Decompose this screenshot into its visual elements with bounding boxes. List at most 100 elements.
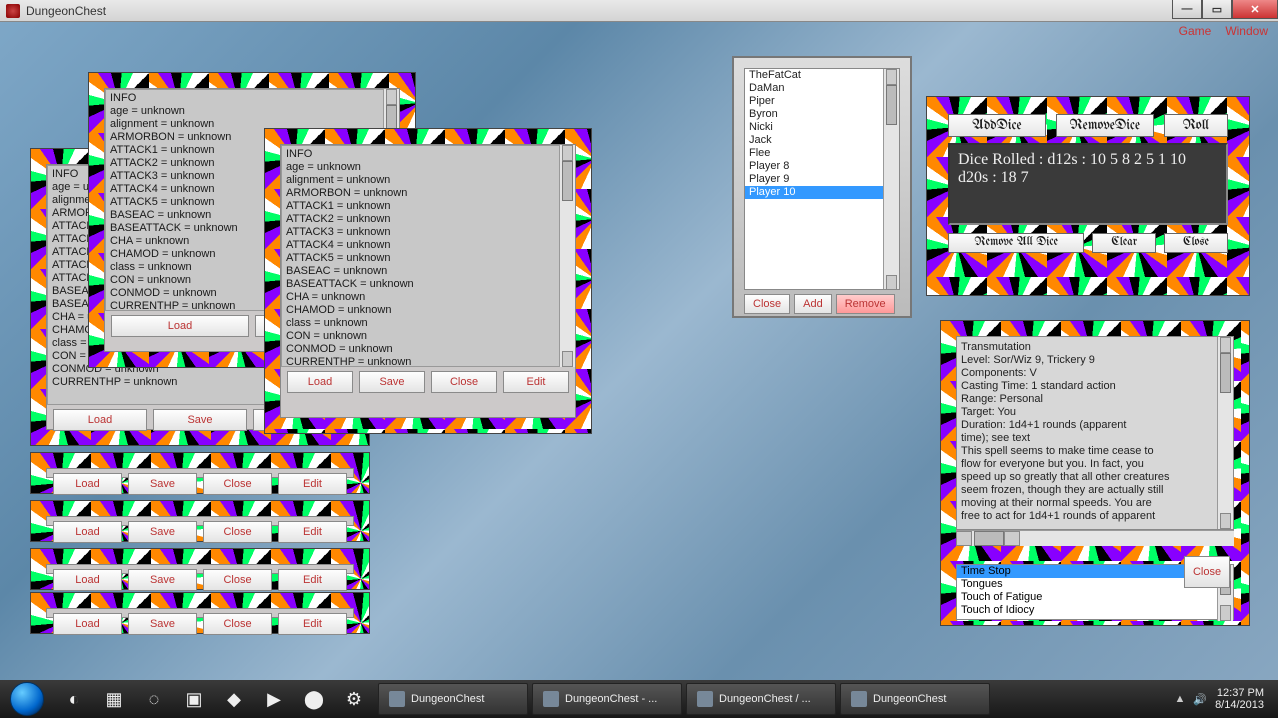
clock[interactable]: 12:37 PM 8/14/2013 [1215, 687, 1270, 711]
tray-overflow-icon[interactable]: ▲ [1174, 693, 1185, 705]
close-window-button[interactable]: ✕ [1232, 0, 1278, 19]
edit-button[interactable]: Edit [278, 613, 347, 635]
pin-icon-1[interactable]: ◐ [54, 683, 94, 715]
spell-panel: Transmutation Level: Sor/Wiz 9, Trickery… [940, 320, 1250, 626]
close-button[interactable]: Close [203, 569, 272, 591]
spell-text: Transmutation Level: Sor/Wiz 9, Trickery… [961, 341, 1229, 523]
save-button[interactable]: Save [128, 473, 197, 495]
scrollbar-h[interactable] [956, 530, 1234, 546]
edit-button[interactable]: Edit [503, 371, 569, 393]
remove-button[interactable]: Remove [836, 294, 895, 314]
char-row-3: Load Save Close Edit [30, 548, 370, 590]
save-button[interactable]: Save [128, 569, 197, 591]
task-item[interactable]: DungeonChest - ... [532, 683, 682, 715]
add-button[interactable]: Add [794, 294, 832, 314]
char-info-front: INFO age = unknown alignment = unknown A… [281, 145, 575, 367]
player-item[interactable]: Player 9 [745, 173, 899, 186]
roll-button[interactable]: Roll [1164, 114, 1228, 137]
save-button[interactable]: Save [359, 371, 425, 393]
app-icon [851, 691, 867, 707]
chrome-icon [697, 691, 713, 707]
pin-icon-3[interactable]: ◌ [134, 683, 174, 715]
spell-description: Transmutation Level: Sor/Wiz 9, Trickery… [956, 336, 1234, 530]
remove-dice-button[interactable]: RemoveDice [1056, 114, 1154, 137]
edit-button[interactable]: Edit [278, 473, 347, 495]
char-row-2: Load Save Close Edit [30, 500, 370, 542]
player-item[interactable]: Player 8 [745, 160, 899, 173]
spell-item[interactable]: Touch of Idiocy [957, 604, 1233, 617]
menubar: Game Window [1179, 22, 1278, 40]
load-button[interactable]: Load [111, 315, 249, 337]
load-button[interactable]: Load [53, 613, 122, 635]
edit-button[interactable]: Edit [278, 569, 347, 591]
app-icon [6, 4, 20, 18]
dice-output: Dice Rolled : d12s : 10 5 8 2 5 1 10 d20… [948, 143, 1228, 225]
menu-game[interactable]: Game [1179, 24, 1212, 38]
player-item[interactable]: Byron [745, 108, 899, 121]
pin-icon-5[interactable]: ◆ [214, 683, 254, 715]
scrollbar-v[interactable] [883, 69, 899, 290]
save-button[interactable]: Save [128, 613, 197, 635]
load-button[interactable]: Load [287, 371, 353, 393]
spell-item[interactable]: Touch of Fatigue [957, 591, 1233, 604]
close-button[interactable]: Close [203, 473, 272, 495]
dice-panel: AddDice RemoveDice Roll Dice Rolled : d1… [926, 96, 1250, 296]
pin-icon-7[interactable]: ⬤ [294, 683, 334, 715]
save-button[interactable]: Save [128, 521, 197, 543]
pin-icon-8[interactable]: ⚙ [334, 683, 374, 715]
load-button[interactable]: Load [53, 521, 122, 543]
player-item[interactable]: Player 10 [745, 186, 899, 199]
pin-icon-2[interactable]: ▦ [94, 683, 134, 715]
clock-time: 12:37 PM [1215, 687, 1264, 699]
clock-date: 8/14/2013 [1215, 699, 1264, 711]
task-label: DungeonChest / ... [719, 693, 811, 705]
close-button[interactable]: Close [203, 613, 272, 635]
load-button[interactable]: Load [53, 473, 122, 495]
edit-button[interactable]: Edit [278, 521, 347, 543]
window-title: DungeonChest [26, 4, 106, 18]
task-item[interactable]: DungeonChest [378, 683, 528, 715]
char-row-4: Load Save Close Edit [30, 592, 370, 634]
maximize-button[interactable]: ▭ [1202, 0, 1232, 19]
volume-icon[interactable]: 🔊 [1193, 693, 1207, 706]
clear-button[interactable]: Clear [1092, 233, 1156, 253]
menu-window[interactable]: Window [1225, 24, 1268, 38]
start-button[interactable] [0, 680, 54, 718]
taskbar: ◐ ▦ ◌ ▣ ◆ ▶ ⬤ ⚙ DungeonChest DungeonChes… [0, 680, 1278, 718]
minimize-button[interactable]: — [1172, 0, 1202, 19]
close-button[interactable]: Close [1184, 556, 1230, 588]
player-item[interactable]: Nicki [745, 121, 899, 134]
app-icon [543, 691, 559, 707]
system-tray: ▲ 🔊 12:37 PM 8/14/2013 [1174, 687, 1278, 711]
char-panel-front: INFO age = unknown alignment = unknown A… [264, 128, 592, 434]
player-item[interactable]: Piper [745, 95, 899, 108]
close-button[interactable]: Close [431, 371, 497, 393]
close-button[interactable]: Close [203, 521, 272, 543]
player-item[interactable]: DaMan [745, 82, 899, 95]
task-item[interactable]: DungeonChest / ... [686, 683, 836, 715]
player-item[interactable]: Flee [745, 147, 899, 160]
load-button[interactable]: Load [53, 409, 147, 431]
folder-icon [389, 691, 405, 707]
close-button[interactable]: Close [744, 294, 790, 314]
close-button[interactable]: Close [1164, 233, 1228, 253]
scrollbar-v[interactable] [559, 145, 575, 367]
load-button[interactable]: Load [53, 569, 122, 591]
player-item[interactable]: TheFatCat [745, 69, 899, 82]
task-label: DungeonChest [411, 693, 484, 705]
windows-orb-icon [10, 682, 44, 716]
player-listbox[interactable]: TheFatCatDaManPiperByronNickiJackFleePla… [744, 68, 900, 290]
player-item[interactable]: Jack [745, 134, 899, 147]
save-button[interactable]: Save [153, 409, 247, 431]
task-label: DungeonChest - ... [565, 693, 657, 705]
char-row-1: Load Save Close Edit [30, 452, 370, 494]
players-panel: TheFatCatDaManPiperByronNickiJackFleePla… [732, 56, 912, 318]
task-label: DungeonChest [873, 693, 946, 705]
pin-icon-4[interactable]: ▣ [174, 683, 214, 715]
remove-all-dice-button[interactable]: Remove All Dice [948, 233, 1084, 253]
task-item[interactable]: DungeonChest [840, 683, 990, 715]
pin-icon-6[interactable]: ▶ [254, 683, 294, 715]
scrollbar-v[interactable] [1217, 337, 1233, 529]
add-dice-button[interactable]: AddDice [948, 114, 1046, 137]
titlebar: DungeonChest — ▭ ✕ [0, 0, 1278, 22]
